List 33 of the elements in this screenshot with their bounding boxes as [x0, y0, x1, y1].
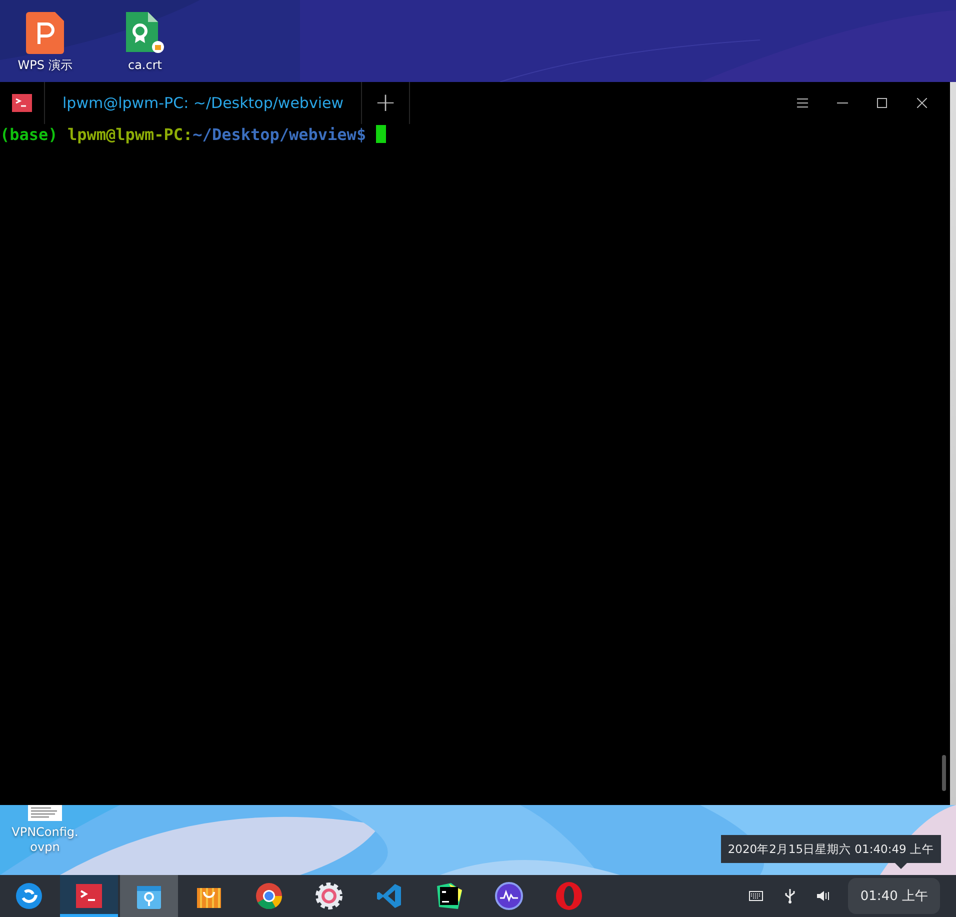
- prompt-text: lpwm@lpwm-PC: [67, 124, 184, 144]
- close-icon[interactable]: [917, 98, 927, 108]
- prompt-text: ~/Desktop/webview: [192, 124, 356, 144]
- new-tab-button[interactable]: +: [362, 82, 410, 124]
- prompt-text: $: [356, 124, 366, 144]
- usb-icon[interactable]: [785, 888, 796, 904]
- prompt-text: :: [183, 124, 193, 144]
- menu-icon[interactable]: [796, 98, 808, 108]
- code-editor-icon[interactable]: [376, 883, 402, 909]
- opera-browser-icon[interactable]: [555, 881, 583, 911]
- scrollbar-thumb[interactable]: [942, 755, 946, 791]
- desktop-icon-label[interactable]: WPS 演示: [18, 58, 72, 73]
- terminal-icon[interactable]: [76, 884, 102, 908]
- system-monitor-icon[interactable]: [495, 882, 523, 910]
- volume-icon[interactable]: [817, 890, 832, 902]
- terminal-icon: [12, 94, 32, 112]
- keyboard-icon[interactable]: [749, 891, 764, 901]
- document-thumbnail-icon[interactable]: [28, 805, 62, 821]
- presentation-file-icon[interactable]: [26, 12, 64, 54]
- launcher-icon[interactable]: [15, 882, 43, 910]
- settings-icon[interactable]: [315, 882, 343, 910]
- pycharm-ide-icon[interactable]: [435, 882, 463, 910]
- desktop-icon-label[interactable]: ca.crt: [128, 58, 162, 73]
- minimize-icon[interactable]: [836, 102, 848, 104]
- clock-button[interactable]: 01:40 上午: [848, 878, 940, 914]
- date-tooltip: 2020年2月15日星期六 01:40:49 上午: [720, 835, 941, 863]
- chrome-browser-icon[interactable]: [255, 882, 283, 910]
- certificate-file-icon[interactable]: [124, 12, 166, 54]
- text-cursor: [376, 125, 386, 143]
- taskbar-app-button[interactable]: [120, 875, 178, 917]
- terminal-tab[interactable]: lpwm@lpwm-PC: ~/Desktop/webview: [45, 82, 362, 124]
- prompt-text: (base): [0, 124, 58, 144]
- maximize-icon[interactable]: [877, 98, 887, 108]
